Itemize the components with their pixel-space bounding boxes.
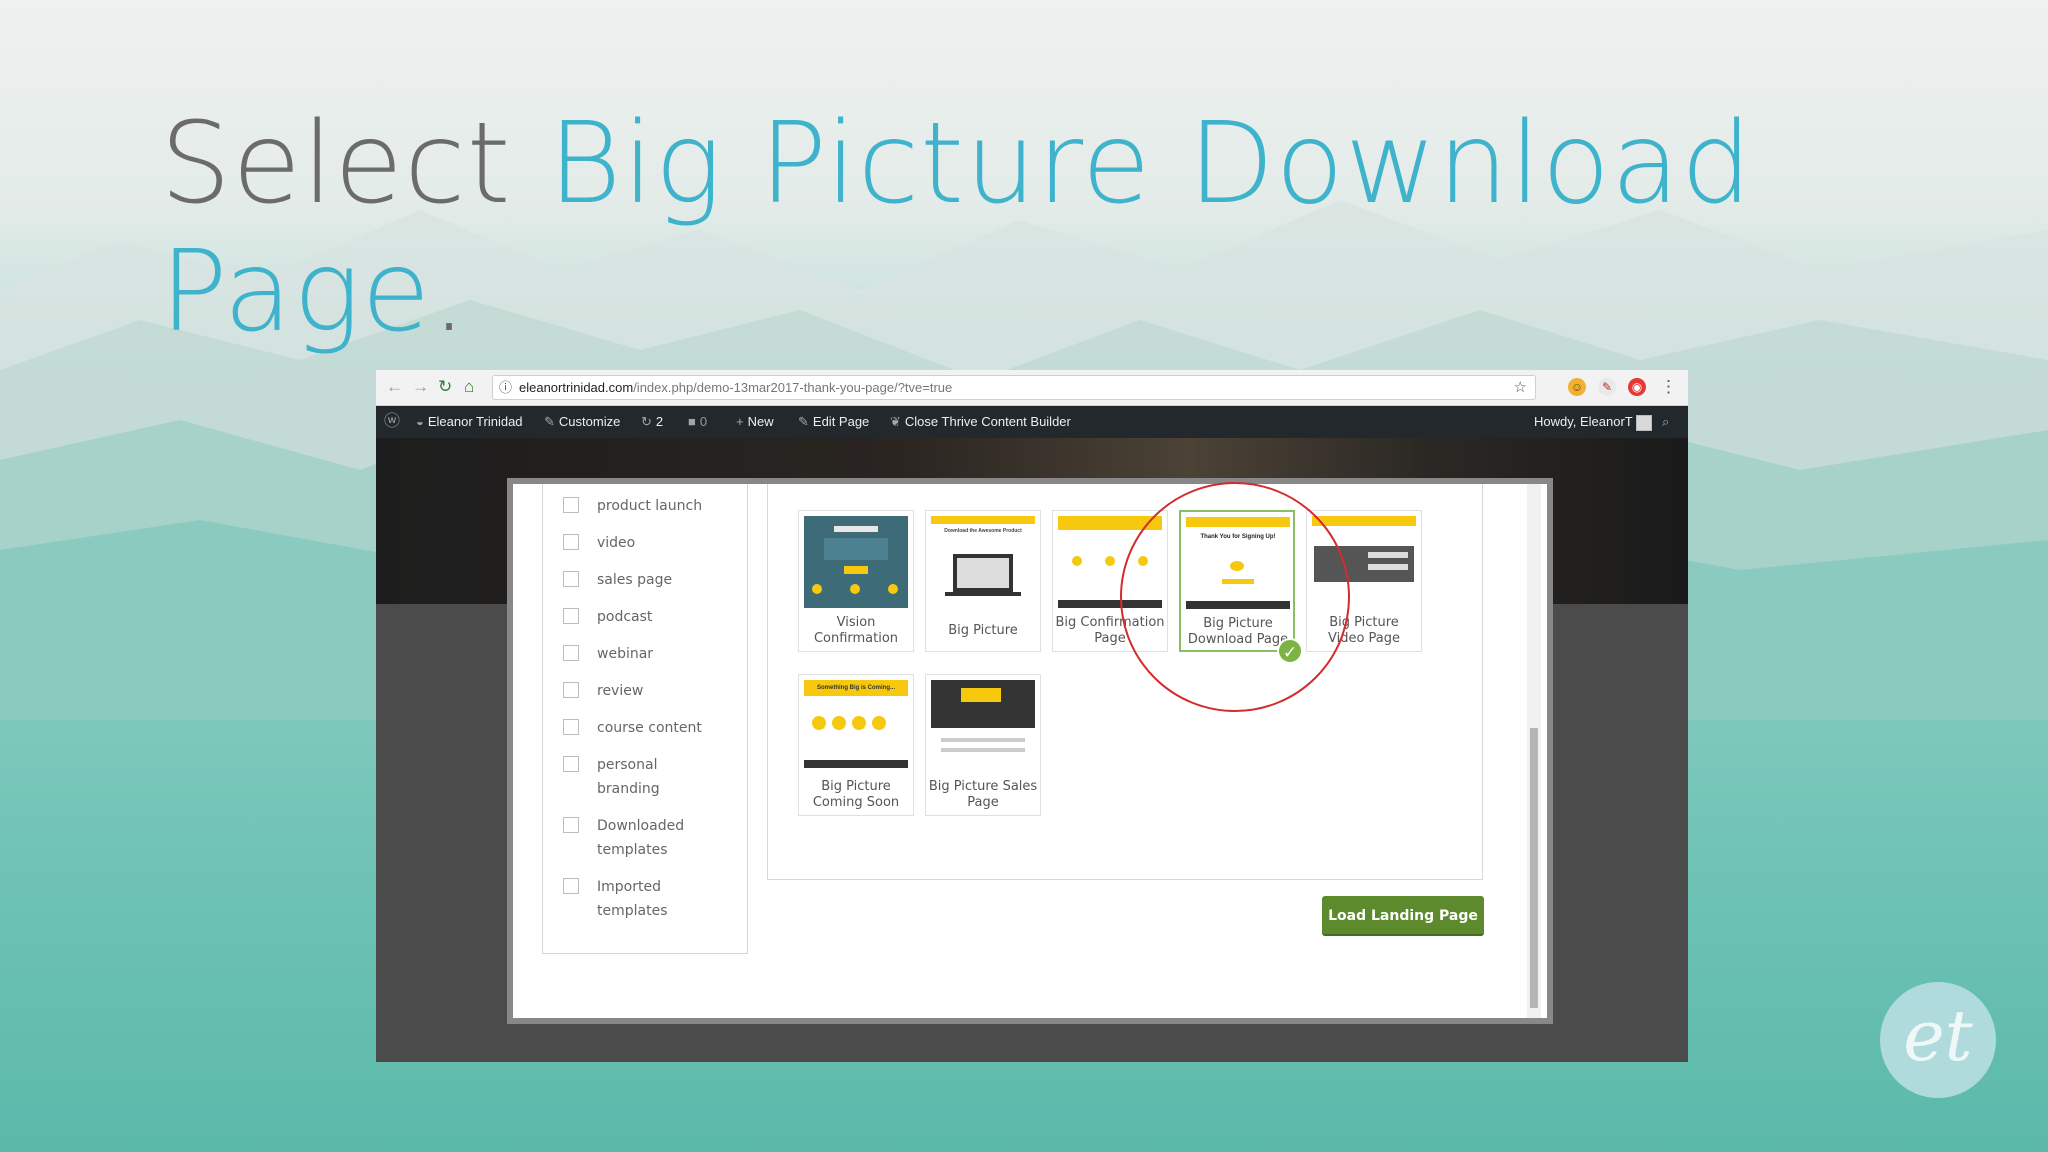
wp-admin-bar: ⓦ ◒ Eleanor Trinidad ✎ Customize ↻ 2 ■ 0 + Ne… — [376, 406, 1688, 438]
category-filter-panel: product launch video sales page podcast … — [542, 484, 748, 954]
brush-icon: ✎ — [544, 414, 555, 429]
comments-count: 0 — [699, 414, 708, 429]
title-prefix: Select — [160, 99, 512, 229]
back-icon[interactable]: ← — [386, 377, 403, 397]
title-highlight-line2: Page — [160, 227, 432, 357]
category-checkbox[interactable] — [563, 878, 579, 894]
template-modal-frame: product launch video sales page podcast … — [507, 478, 1553, 1024]
close-builder-label: Close Thrive Content Builder — [904, 414, 1071, 429]
template-grid: Vision Confirmation Download the Awesome… — [767, 484, 1483, 880]
close-builder-item[interactable]: ❦ Close Thrive Content Builder — [890, 406, 1071, 438]
reload-icon[interactable]: ↻ — [438, 377, 452, 397]
template-name: Big Picture Coming Soon — [812, 779, 900, 810]
user-avatar — [1636, 414, 1653, 431]
category-checkbox[interactable] — [563, 756, 579, 772]
highlight-circle — [1120, 482, 1350, 712]
browser-screenshot: ← → ↻ ⌂ ⓘ eleanortrinidad.com/index.php/… — [376, 370, 1688, 1062]
category-label: webinar — [597, 646, 654, 662]
new-label: New — [747, 414, 774, 429]
template-modal: product launch video sales page podcast … — [513, 484, 1547, 1018]
template-card[interactable]: Big Picture Sales Page — [925, 674, 1041, 816]
template-thumbnail: Download the Awesome Product — [931, 516, 1035, 608]
et-logo: et — [1880, 982, 1996, 1098]
category-checkbox[interactable] — [563, 719, 579, 735]
emoji-extension-icon[interactable]: ☺ — [1568, 378, 1586, 396]
category-label: podcast — [597, 609, 653, 625]
template-name: Big Picture Sales Page — [928, 779, 1038, 810]
category-label: Downloaded templates — [597, 818, 685, 858]
thrive-leaf-icon: ❦ — [890, 414, 901, 429]
bookmark-star-icon[interactable]: ☆ — [1514, 376, 1527, 399]
category-checkbox[interactable] — [563, 608, 579, 624]
title-suffix: . — [431, 227, 468, 357]
category-label: sales page — [597, 572, 673, 588]
edit-page-label: Edit Page — [812, 414, 870, 429]
customize-label: Customize — [558, 414, 621, 429]
category-label: product launch — [597, 498, 703, 514]
howdy-item[interactable]: Howdy, EleanorT — [1534, 406, 1653, 438]
home-icon[interactable]: ⌂ — [464, 377, 474, 397]
category-label: review — [597, 683, 644, 699]
modal-scrollbar[interactable] — [1527, 484, 1541, 1018]
category-label: personal branding — [597, 757, 660, 797]
template-name: Vision Confirmation — [813, 615, 899, 646]
edit-page-item[interactable]: ✎ Edit Page — [798, 406, 869, 438]
url-domain: eleanortrinidad.com — [519, 380, 634, 395]
comments-item[interactable]: ■ 0 — [688, 406, 707, 438]
site-name-item[interactable]: ◒ Eleanor Trinidad — [416, 406, 523, 438]
template-thumbnail — [931, 680, 1035, 772]
category-label: Imported templates — [597, 879, 668, 919]
updates-count: 2 — [655, 414, 664, 429]
category-checkbox[interactable] — [563, 682, 579, 698]
load-landing-page-button[interactable]: Load Landing Page — [1322, 896, 1484, 936]
chrome-menu-icon[interactable]: ⋮ — [1660, 377, 1677, 397]
scrollbar-thumb[interactable] — [1530, 728, 1538, 1008]
template-card[interactable]: Something Big is Coming... Big Picture C… — [798, 674, 914, 816]
logo-text: et — [1903, 995, 1973, 1077]
browser-toolbar: ← → ↻ ⌂ ⓘ eleanortrinidad.com/index.php/… — [376, 370, 1688, 406]
plus-icon: + — [736, 414, 744, 429]
template-thumbnail — [804, 516, 908, 608]
category-checkbox[interactable] — [563, 645, 579, 661]
search-icon[interactable]: ⌕ — [1662, 406, 1669, 438]
site-name: Eleanor Trinidad — [427, 414, 523, 429]
updates-icon: ↻ — [641, 414, 652, 429]
category-checkbox[interactable] — [563, 571, 579, 587]
slide-title: Select Big Picture Download Page. — [160, 100, 1960, 356]
extension-badge-icon[interactable]: ✎ — [1598, 378, 1616, 396]
category-checkbox[interactable] — [563, 534, 579, 550]
wordpress-logo-icon[interactable]: ⓦ — [384, 406, 400, 438]
forward-icon[interactable]: → — [412, 377, 429, 397]
howdy-label: Howdy, EleanorT — [1534, 414, 1633, 429]
category-label: course content — [597, 720, 702, 736]
template-name: Big Picture — [948, 623, 1018, 638]
url-path: /index.php/demo-13mar2017-thank-you-page… — [633, 380, 953, 395]
template-card[interactable]: Vision Confirmation — [798, 510, 914, 652]
category-checkbox[interactable] — [563, 817, 579, 833]
address-bar[interactable]: ⓘ eleanortrinidad.com/index.php/demo-13m… — [492, 375, 1536, 400]
comment-icon: ■ — [688, 414, 696, 429]
updates-item[interactable]: ↻ 2 — [641, 406, 663, 438]
pencil-icon: ✎ — [798, 414, 809, 429]
template-thumbnail: Something Big is Coming... — [804, 680, 908, 772]
dashboard-icon: ◒ — [416, 414, 424, 429]
template-card[interactable]: Download the Awesome Product Big Picture — [925, 510, 1041, 652]
category-checkbox[interactable] — [563, 497, 579, 513]
title-highlight-line1: Big Picture Download — [548, 99, 1753, 229]
customize-item[interactable]: ✎ Customize — [544, 406, 620, 438]
info-icon[interactable]: ⓘ — [499, 376, 512, 399]
red-extension-icon[interactable]: ◉ — [1628, 378, 1646, 396]
new-item[interactable]: + New — [736, 406, 774, 438]
category-label: video — [597, 535, 636, 551]
